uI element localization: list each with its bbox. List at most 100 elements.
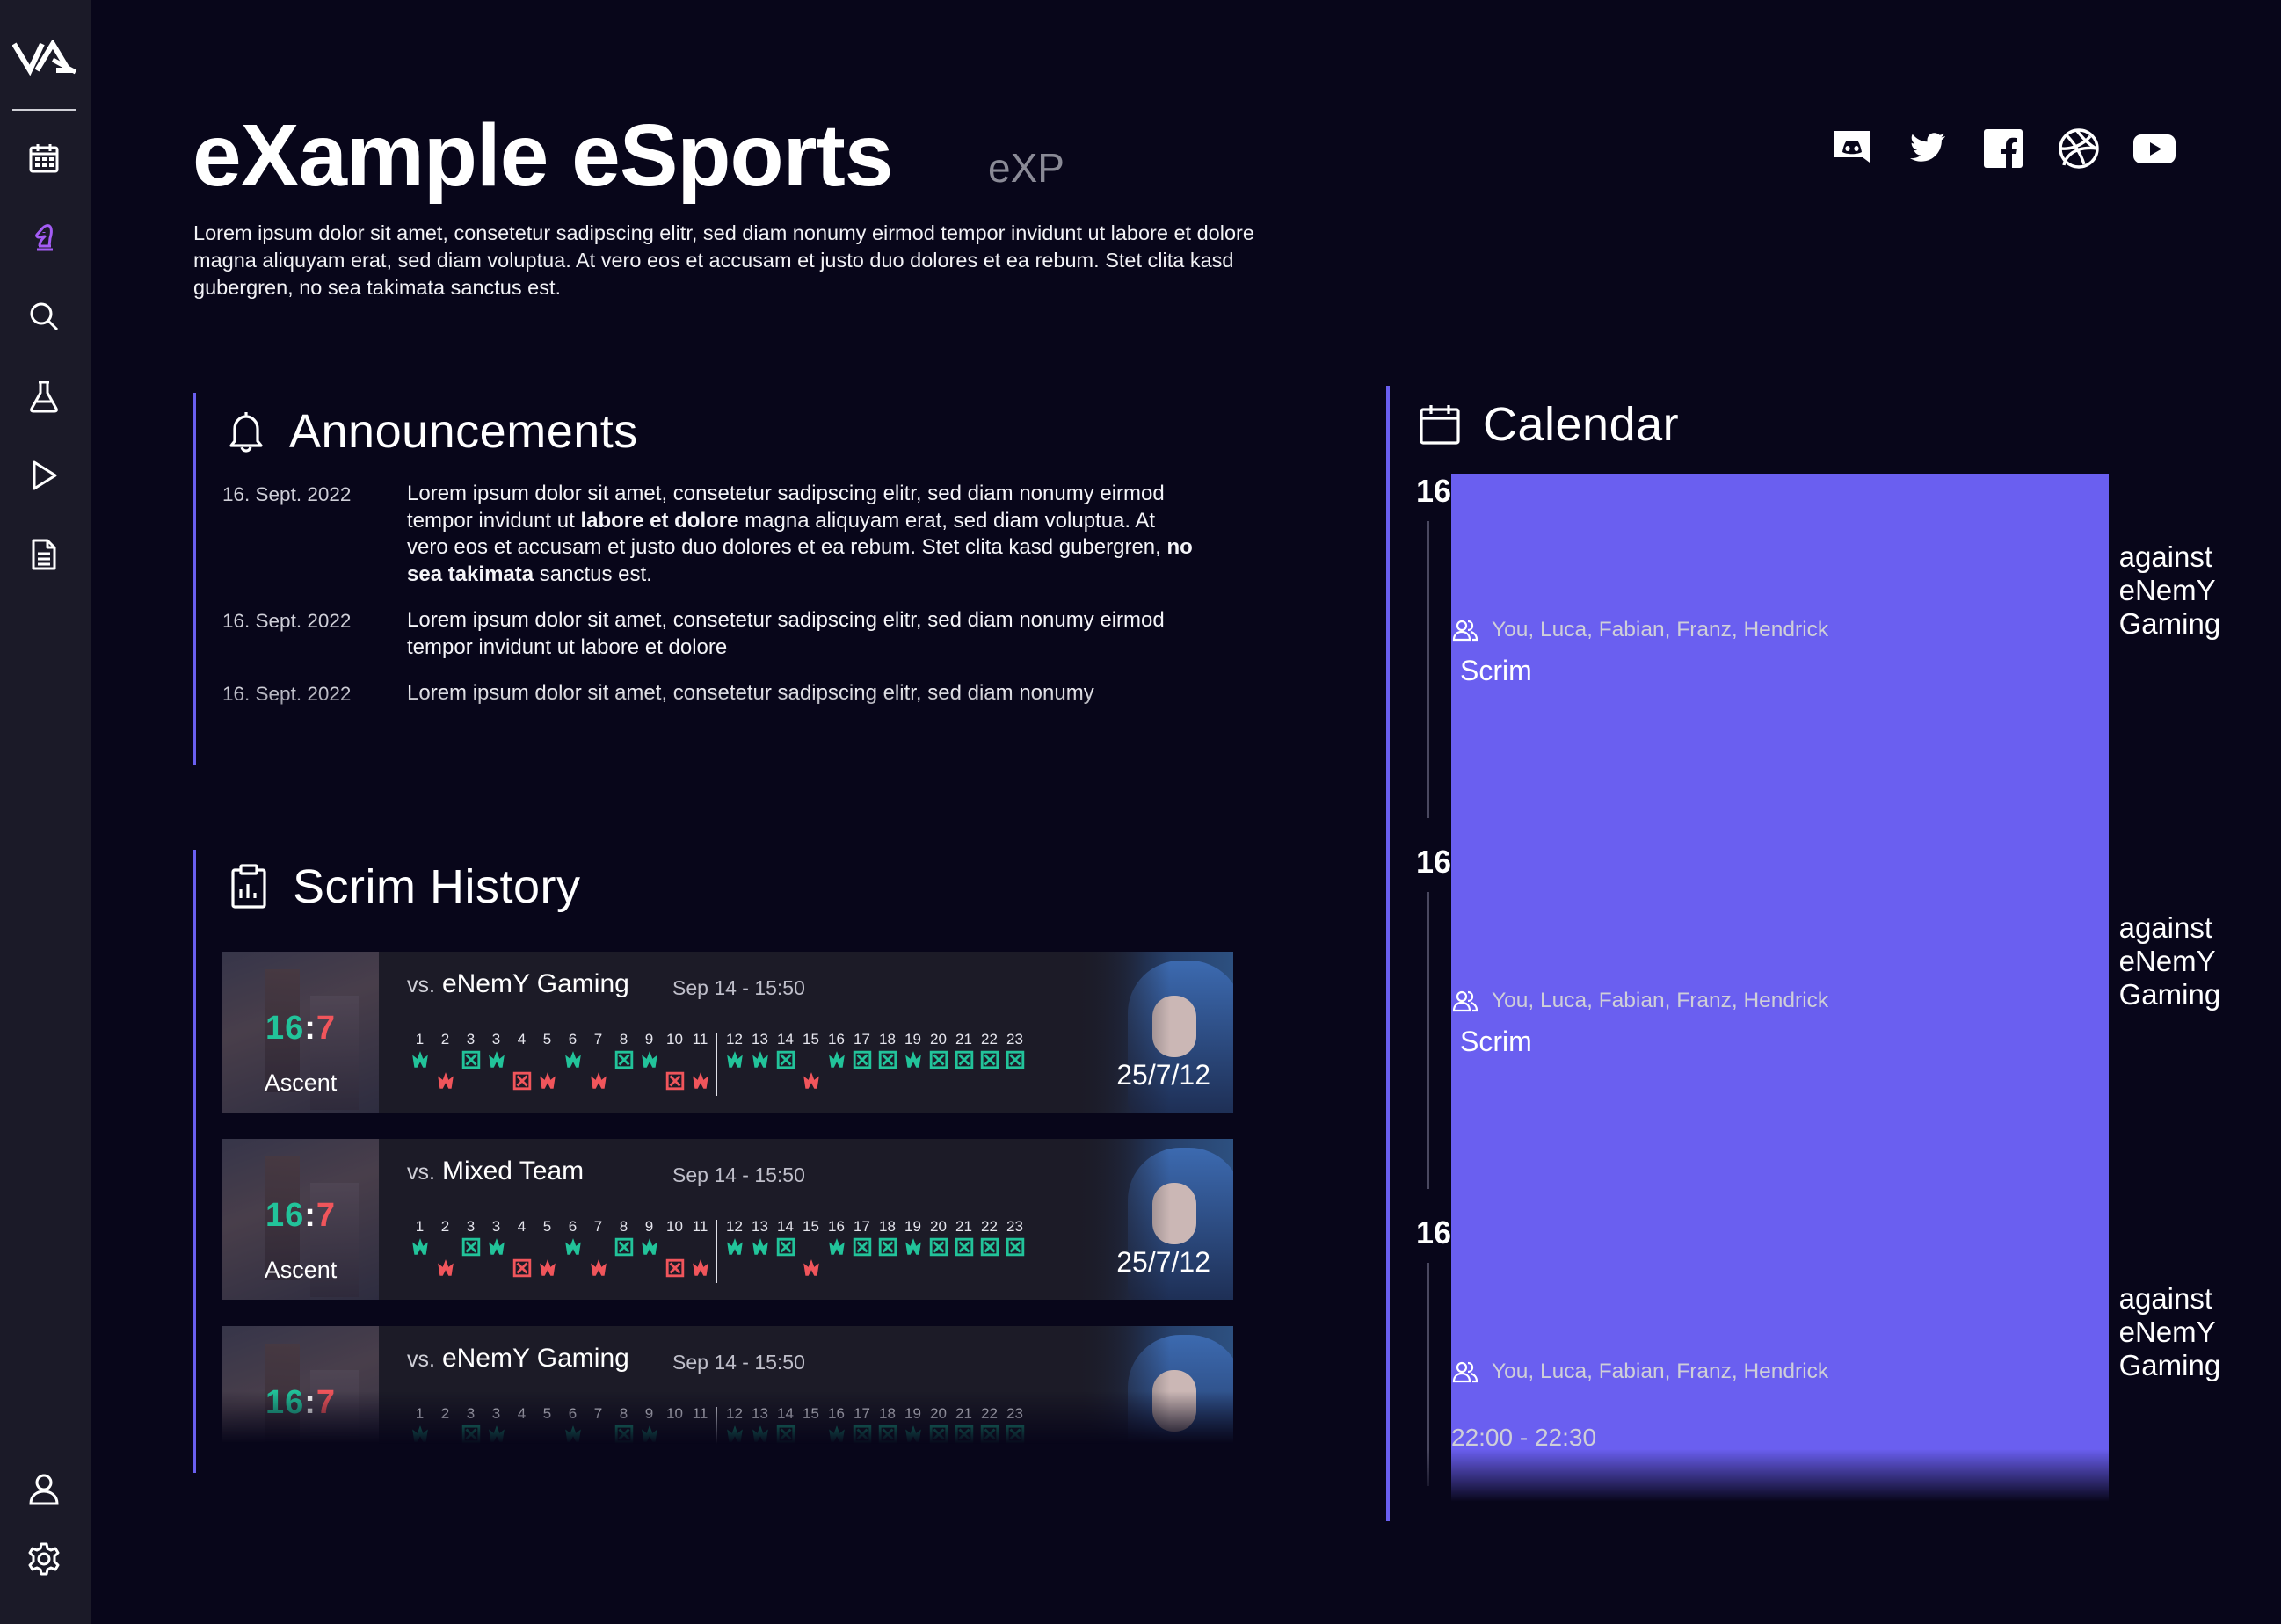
nav-search[interactable]: [23, 295, 65, 337]
round-win: [929, 1237, 948, 1257]
round-number: 1: [415, 1218, 425, 1235]
round-loss: [691, 1258, 710, 1278]
twitter-link[interactable]: [1902, 123, 1953, 174]
elimination-icon: [512, 1258, 532, 1278]
round-number: 5: [542, 1031, 552, 1048]
round-win: [614, 1237, 634, 1257]
document-icon: [32, 539, 56, 570]
spike-icon: [693, 1072, 708, 1089]
spike-icon: [591, 1072, 607, 1089]
round-loss: [665, 1071, 685, 1091]
calendar-event[interactable]: 19:30 - 22:00Scrimagainst eNemY GamingYo…: [1451, 1020, 2281, 1502]
round-number: 23: [1006, 1218, 1023, 1235]
calendar-events: 19:30 - 22:00Scrimagainst eNemY GamingYo…: [1427, 1020, 2281, 1502]
announcements-header: Announcements: [222, 403, 638, 460]
round-number: 17: [854, 1405, 870, 1422]
nav-strategy[interactable]: [23, 216, 65, 258]
score-them: 7: [316, 1010, 337, 1047]
gear-icon: [28, 1542, 60, 1576]
round-win: [980, 1050, 999, 1069]
match-datetime: Sep 14 - 15:50: [672, 1351, 805, 1374]
vs-prefix: vs.: [407, 1347, 435, 1372]
round-win: [1006, 1425, 1025, 1444]
chess-knight-icon: [35, 224, 53, 251]
announcement-item[interactable]: 16. Sept. 2022 Lorem ipsum dolor sit amet…: [222, 680, 1304, 707]
announcement-date: 16. Sept. 2022: [222, 610, 352, 632]
round-number: 12: [726, 1405, 743, 1422]
round-number: 11: [692, 1031, 708, 1048]
logo[interactable]: [12, 40, 77, 76]
round-win: [853, 1237, 872, 1257]
elimination-icon: [955, 1237, 974, 1257]
announcement-item[interactable]: 16. Sept. 2022 Lorem ipsum dolor sit amet…: [222, 607, 1304, 661]
round-number: 3: [466, 1031, 476, 1048]
round-number: 19: [904, 1405, 921, 1422]
nav-profile[interactable]: [23, 1468, 65, 1510]
round-win: [878, 1425, 897, 1444]
calendar-header: Calendar: [1416, 396, 1679, 453]
calendar-icon: [29, 144, 59, 173]
team-name: eXample eSports: [193, 106, 893, 205]
round-win: [955, 1050, 974, 1069]
vs-prefix: vs.: [407, 973, 435, 997]
elimination-icon: [980, 1425, 999, 1444]
spike-icon: [642, 1425, 657, 1442]
dribbble-link[interactable]: [2053, 123, 2104, 174]
calendar-event[interactable]: 19:30 - 22:00Scrimagainst eNemY GamingYo…: [1451, 649, 2281, 1273]
participants-text: You, Luca, Fabian, Franz, Hendrick: [1492, 989, 1829, 1012]
round-win: [904, 1050, 923, 1069]
nav-lab[interactable]: [23, 375, 65, 417]
sidebar-divider: [12, 109, 76, 111]
round-number: 16: [828, 1218, 845, 1235]
announcement-item[interactable]: 16. Sept. 2022 Lorem ipsum dolor sit amet…: [222, 481, 1304, 588]
nav-calendar[interactable]: [23, 137, 65, 179]
round-number: 14: [777, 1218, 794, 1235]
round-number: 8: [619, 1405, 628, 1422]
calendar-event[interactable]: 19:30 - 22:00Scrimagainst eNemY GamingYo…: [1451, 474, 2281, 903]
opponent: vs. eNemY Gaming: [407, 969, 629, 999]
round-number: 3: [466, 1405, 476, 1422]
announcement-date: 16. Sept. 2022: [222, 483, 352, 505]
nav-vods[interactable]: [23, 454, 65, 497]
score-us: 16: [265, 1197, 305, 1234]
round-number: 3: [466, 1218, 476, 1235]
spike-icon: [727, 1425, 743, 1442]
round-win: [487, 1237, 506, 1257]
announcement-text-part: Lorem ipsum dolor sit amet, consetetur s…: [407, 608, 1165, 659]
round-number: 3: [491, 1405, 501, 1422]
elimination-icon: [929, 1050, 948, 1069]
scrim-card[interactable]: 16:7 Ascent vs. Mixed Team Sep 14 - 15:50 1 2 3…: [222, 1139, 1233, 1300]
round-number: 14: [777, 1031, 794, 1048]
spike-icon: [727, 1051, 743, 1068]
elimination-icon: [776, 1050, 795, 1069]
round-win: [640, 1050, 659, 1069]
team-tag: eXP: [988, 145, 1064, 191]
round-win: [640, 1425, 659, 1444]
facebook-link[interactable]: [1978, 123, 2029, 174]
round-win: [776, 1425, 795, 1444]
round-win: [904, 1237, 923, 1257]
spike-icon: [489, 1051, 505, 1068]
scrim-card[interactable]: 16:7 vs. eNemY Gaming Sep 14 - 15:50 1 2 3 3 4 5 6…: [222, 1326, 1233, 1444]
participants-text: You, Luca, Fabian, Franz, Hendrick: [1492, 1359, 1829, 1383]
agent-fade: [1075, 1326, 1233, 1444]
announcement-text: Lorem ipsum dolor sit amet, consetetur s…: [407, 607, 1198, 661]
round-win: [955, 1425, 974, 1444]
nav-settings[interactable]: [23, 1538, 65, 1580]
opponent-name: Mixed Team: [441, 1156, 585, 1185]
participants-text: You, Luca, Fabian, Franz, Hendrick: [1492, 618, 1829, 642]
round-number: 7: [593, 1031, 603, 1048]
round-number: 11: [692, 1218, 708, 1235]
round-number: 4: [517, 1405, 527, 1422]
calendar-list: 16. Sept. 202219:30 - 22:00Scrimagainst …: [1416, 474, 2281, 1502]
discord-link[interactable]: [1827, 123, 1878, 174]
round-number: 13: [752, 1218, 768, 1235]
round-number: 17: [854, 1218, 870, 1235]
announcement-text-part: Lorem ipsum dolor sit amet, consetetur s…: [407, 681, 1094, 705]
scrim-card[interactable]: 16:7 Ascent vs. eNemY Gaming Sep 14 - 15:50 1…: [222, 952, 1233, 1113]
elimination-icon: [980, 1050, 999, 1069]
elimination-icon: [512, 1071, 532, 1091]
youtube-link[interactable]: [2129, 123, 2180, 174]
nav-documents[interactable]: [23, 533, 65, 576]
elimination-icon: [614, 1237, 634, 1257]
